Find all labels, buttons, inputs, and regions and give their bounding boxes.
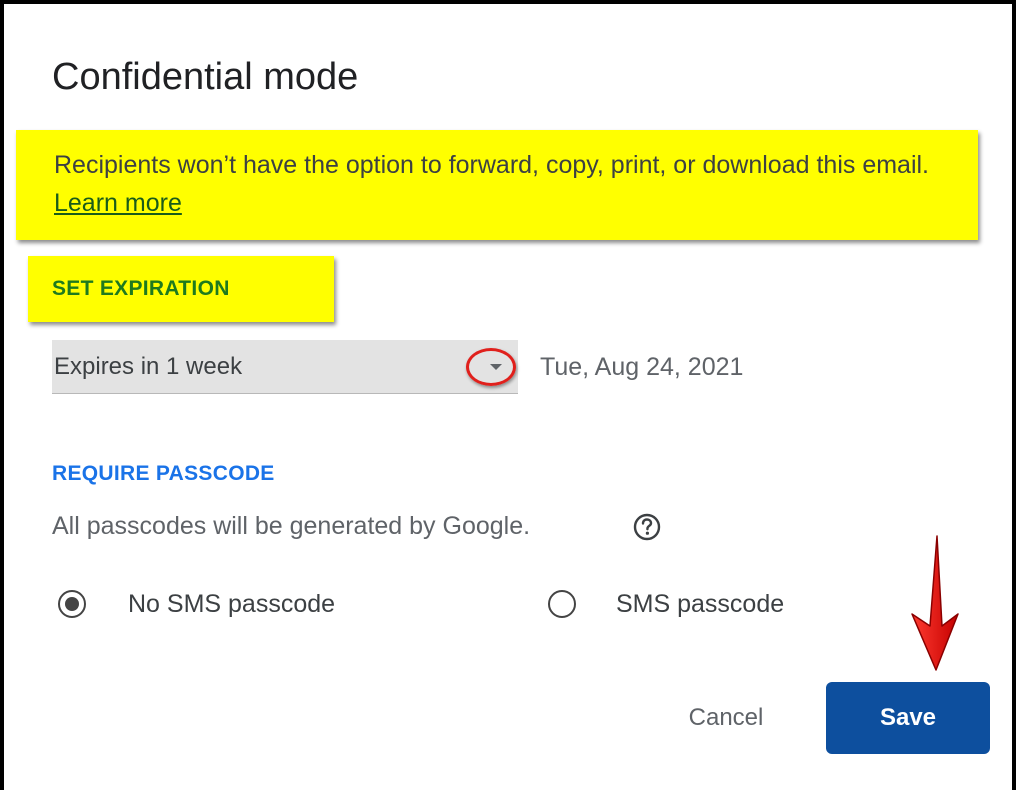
cancel-button[interactable]: Cancel <box>664 692 788 744</box>
arrow-down-icon <box>911 535 959 671</box>
confidential-mode-dialog: Confidential mode Recipients won’t have … <box>0 0 1016 790</box>
no-sms-passcode-label[interactable]: No SMS passcode <box>128 590 335 619</box>
sms-passcode-label[interactable]: SMS passcode <box>616 590 784 619</box>
expiration-selected-value: Expires in 1 week <box>54 353 243 380</box>
notice-banner: Recipients won’t have the option to forw… <box>16 130 978 240</box>
sms-passcode-radio[interactable] <box>548 590 576 618</box>
help-circle-icon[interactable] <box>632 512 662 542</box>
notice-text: Recipients won’t have the option to forw… <box>54 151 929 179</box>
passcode-info: All passcodes will be generated by Googl… <box>52 512 531 540</box>
annotation-circle <box>466 348 516 386</box>
expiration-select[interactable]: Expires in 1 week <box>52 340 518 394</box>
require-passcode-label: REQUIRE PASSCODE <box>52 462 275 485</box>
learn-more-link[interactable]: Learn more <box>54 189 182 217</box>
no-sms-passcode-radio[interactable] <box>58 590 86 618</box>
dialog-title: Confidential mode <box>52 56 359 98</box>
set-expiration-label: SET EXPIRATION <box>28 256 334 322</box>
expiration-date: Tue, Aug 24, 2021 <box>540 353 744 381</box>
save-button[interactable]: Save <box>826 682 990 754</box>
